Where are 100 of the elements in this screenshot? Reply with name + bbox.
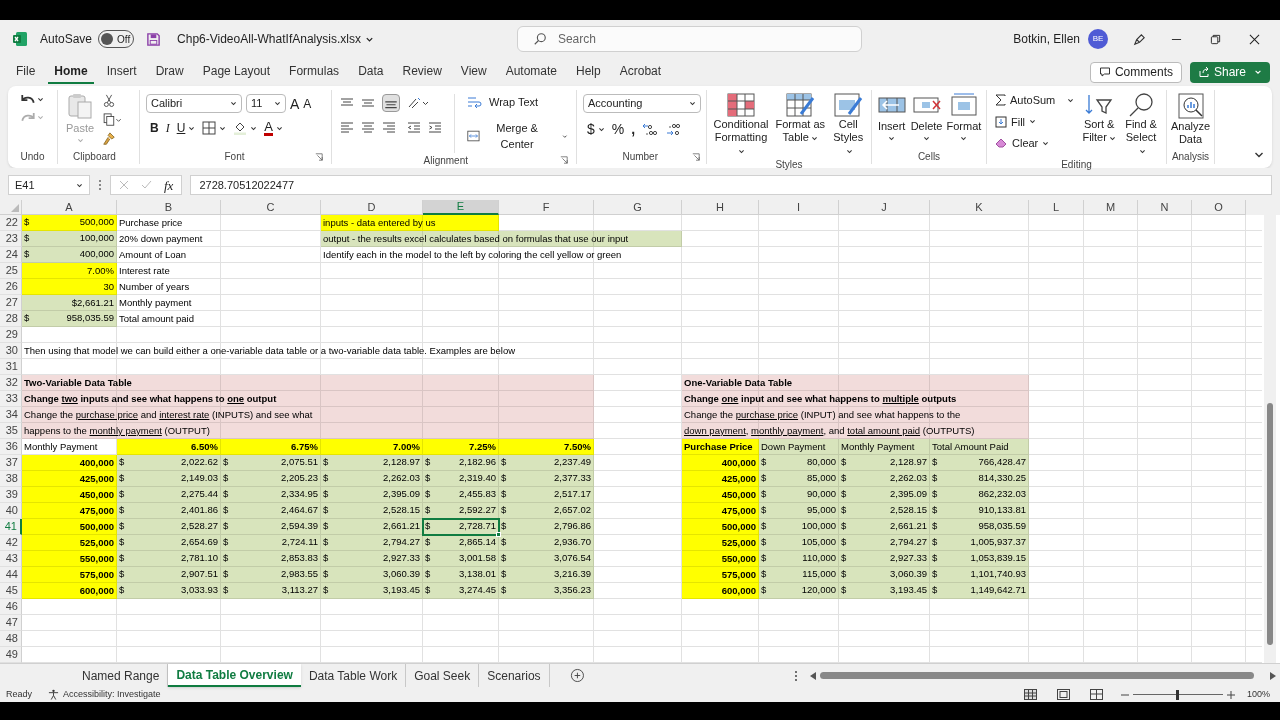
share-button[interactable]: Share <box>1189 61 1270 83</box>
italic-button[interactable]: I <box>165 119 170 137</box>
percent-button[interactable]: % <box>611 119 625 140</box>
accessibility-icon[interactable] <box>48 689 59 700</box>
decrease-indent-icon[interactable] <box>407 121 421 135</box>
merge-center-button[interactable]: Merge & Center <box>467 119 568 153</box>
autosum-button[interactable]: AutoSum <box>995 92 1075 109</box>
add-sheet-icon[interactable] <box>569 668 585 683</box>
row-header[interactable]: 40 <box>0 503 22 519</box>
column-header[interactable]: C <box>221 200 321 215</box>
font-name-dropdown[interactable]: Calibri <box>146 94 242 113</box>
page-break-icon[interactable] <box>1089 689 1103 700</box>
column-header[interactable]: I <box>759 200 839 215</box>
check-icon[interactable] <box>141 180 152 190</box>
row-header[interactable]: 43 <box>0 551 22 567</box>
cell-styles-button[interactable]: Cell Styles <box>829 92 867 157</box>
scrollbar-thumb[interactable] <box>820 672 1254 679</box>
zoom-slider[interactable] <box>1132 689 1223 700</box>
row-header[interactable]: 46 <box>0 599 22 615</box>
comments-button[interactable]: Comments <box>1089 61 1182 83</box>
copy-icon[interactable] <box>102 113 123 127</box>
slider-thumb[interactable] <box>1176 689 1180 700</box>
insert-function-button[interactable]: fx <box>164 178 174 192</box>
column-header[interactable]: L <box>1029 200 1084 215</box>
zoom-level[interactable]: 100% <box>1246 687 1270 702</box>
row-header[interactable]: 44 <box>0 567 22 583</box>
fill-color-icon[interactable] <box>233 121 248 135</box>
increase-decimal-icon[interactable] <box>642 122 659 137</box>
row-header[interactable]: 33 <box>0 391 22 407</box>
scroll-right-icon[interactable] <box>1270 671 1276 680</box>
column-header[interactable]: F <box>499 200 594 215</box>
column-header[interactable]: O <box>1192 200 1246 215</box>
menu-tab[interactable]: Page Layout <box>196 60 277 84</box>
more-options-icon[interactable] <box>794 669 799 682</box>
sort-filter-button[interactable]: Sort & Filter <box>1082 92 1117 157</box>
undo-button[interactable] <box>21 94 44 104</box>
row-header[interactable]: 49 <box>0 647 22 663</box>
caret-icon[interactable] <box>188 124 196 132</box>
row-header[interactable]: 24 <box>0 247 22 263</box>
restore-icon[interactable] <box>1210 33 1221 45</box>
bold-button[interactable]: B <box>150 119 159 137</box>
row-header[interactable]: 22 <box>0 215 22 231</box>
row-header[interactable]: 30 <box>0 343 22 359</box>
currency-button[interactable]: $ <box>587 119 595 140</box>
row-header[interactable]: 34 <box>0 407 22 423</box>
user-avatar[interactable]: BE <box>1088 29 1108 49</box>
menu-tab[interactable]: View <box>454 60 493 84</box>
sheet-tab[interactable]: Data Table Overview <box>168 664 301 687</box>
format-button[interactable]: Format <box>946 92 982 149</box>
align-bottom-icon[interactable] <box>382 94 400 112</box>
row-header[interactable]: 38 <box>0 471 22 487</box>
caret-icon[interactable] <box>250 124 258 132</box>
wrap-text-button[interactable]: Wrap Text <box>467 94 568 111</box>
scroll-left-icon[interactable] <box>810 671 817 680</box>
row-header[interactable]: 42 <box>0 535 22 551</box>
dialog-launcher-icon[interactable] <box>692 152 700 161</box>
column-header[interactable]: E <box>423 200 499 215</box>
find-select-button[interactable]: Find & Select <box>1124 92 1158 157</box>
column-header[interactable]: J <box>839 200 930 215</box>
fill-handle[interactable] <box>496 532 501 537</box>
formula-field[interactable]: 2728.70512022477 <box>190 175 1272 195</box>
font-color-button[interactable]: A <box>264 120 273 136</box>
page-layout-icon[interactable] <box>1056 689 1070 700</box>
align-middle-icon[interactable] <box>361 96 375 110</box>
orientation-icon[interactable] <box>407 96 429 110</box>
insert-button[interactable]: Insert <box>876 92 907 149</box>
row-header[interactable]: 23 <box>0 231 22 247</box>
search-field[interactable]: Search <box>516 26 862 52</box>
conditional-formatting-button[interactable]: Conditional Formatting <box>711 92 771 157</box>
normal-view-icon[interactable] <box>1023 689 1037 700</box>
pen-icon[interactable] <box>1132 31 1147 47</box>
scrollbar-thumb[interactable] <box>1267 403 1273 645</box>
menu-tab[interactable]: Automate <box>499 60 563 84</box>
row-header[interactable]: 32 <box>0 375 22 391</box>
row-header[interactable]: 36 <box>0 439 22 455</box>
row-header[interactable]: 35 <box>0 423 22 439</box>
close-icon[interactable] <box>1249 33 1260 45</box>
align-center-icon[interactable] <box>361 121 375 135</box>
vertical-scrollbar[interactable] <box>1264 215 1276 663</box>
underline-button[interactable]: U <box>176 119 186 137</box>
column-header[interactable]: H <box>682 200 759 215</box>
caret-icon[interactable] <box>276 124 283 132</box>
analyze-data-button[interactable]: Analyze Data <box>1167 90 1214 149</box>
row-header[interactable]: 39 <box>0 487 22 503</box>
caret-icon[interactable] <box>597 126 605 133</box>
format-as-table-button[interactable]: Format as Table <box>774 92 826 157</box>
dialog-launcher-icon[interactable] <box>314 152 323 161</box>
menu-tab[interactable]: Insert <box>100 60 143 84</box>
file-name-button[interactable]: Chp6-VideoAll-WhatIfAnalysis.xlsx <box>177 30 374 48</box>
zoom-in-icon[interactable] <box>1226 690 1235 699</box>
row-header[interactable]: 45 <box>0 583 22 599</box>
menu-tab[interactable]: Home <box>48 60 94 84</box>
delete-button[interactable]: Delete <box>910 92 943 149</box>
row-header[interactable]: 37 <box>0 455 22 471</box>
menu-tab[interactable]: File <box>10 60 42 84</box>
column-header[interactable]: M <box>1084 200 1138 215</box>
decrease-decimal-icon[interactable] <box>665 122 682 137</box>
row-header[interactable]: 29 <box>0 327 22 343</box>
column-header[interactable]: K <box>930 200 1029 215</box>
fill-button[interactable]: Fill <box>995 113 1075 130</box>
